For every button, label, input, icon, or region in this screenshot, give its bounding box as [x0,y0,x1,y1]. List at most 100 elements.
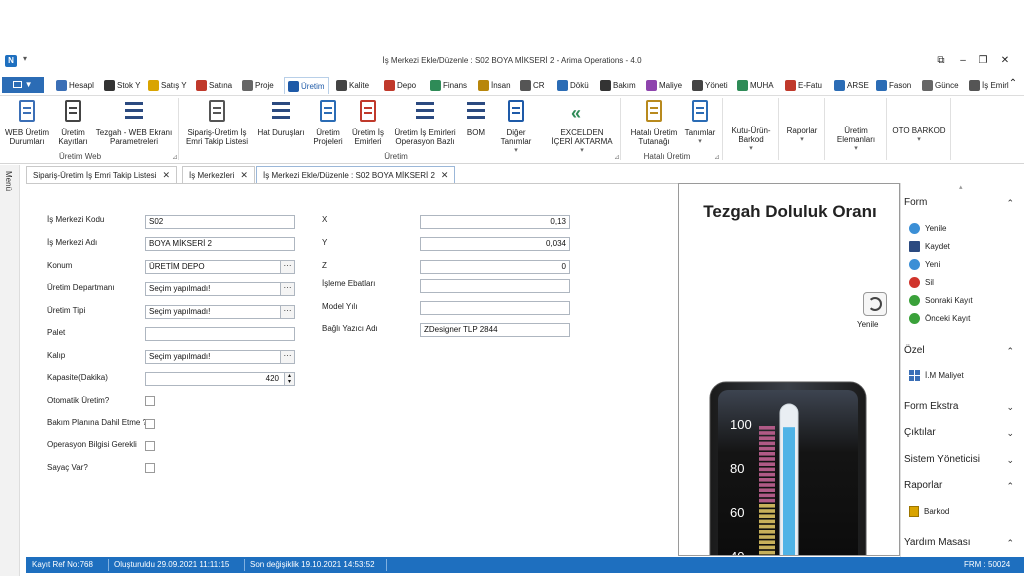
z-input[interactable]: 0 [420,260,570,274]
chevron-down-icon[interactable]: ⌄ [1006,455,1014,466]
menu-tab-project[interactable]: Proje [242,77,274,94]
menu-tab-people[interactable]: İnsan [478,77,511,94]
konum-lookup[interactable]: ÜRETİM DEPO ··· [145,260,295,274]
ribbon-button-0[interactable]: WEB Üretim Durumları [2,98,52,146]
action-save[interactable]: Kaydet [909,241,950,252]
menu-tab-workorder[interactable]: İş Emirl [969,77,1009,94]
minimize-button[interactable]: – [954,54,972,68]
ribbon-button-4[interactable]: Hat Duruşları [256,98,306,137]
im-maliyet-action[interactable]: İ.M Maliyet [909,370,964,381]
menu-tab-archive[interactable]: ARSE [834,77,869,94]
ribbon-button-11[interactable]: Hatalı Üretim Tutanağı [624,98,684,146]
is-merkezi-kodu-input[interactable]: S02 [145,215,295,229]
menu-tab-update[interactable]: Günce [922,77,959,94]
group-launcher-icon[interactable]: ⊿ [714,153,720,161]
kapasite-spinner[interactable]: 420 ▴ ▾ [145,372,295,386]
action-delete[interactable]: Sil [909,277,934,288]
barkod-report-action[interactable]: Barkod [909,506,949,517]
menu-tab-doc[interactable]: Dökü [557,77,589,94]
ribbon-button-1[interactable]: Üretim Kayıtları [56,98,90,146]
ribbon-button-7[interactable]: Üretim İş Emirleri Operasyon Bazlı [390,98,460,146]
menu-tab-crm[interactable]: CR [520,77,545,94]
uretim-tipi-lookup[interactable]: Seçim yapılmadı! ··· [145,305,295,319]
close-icon[interactable]: ✕ [441,170,449,180]
ribbon-button-13[interactable]: Kutu-Ürün- Barkod ▾ [726,126,776,153]
scroll-up-icon[interactable]: ▴ [959,183,963,191]
maximize-button[interactable]: ❐ [974,54,992,68]
chevron-up-icon[interactable]: ⌃ [1006,481,1014,492]
model-yili-input[interactable] [420,301,570,315]
menu-vertical-tab[interactable]: Menü [4,171,13,191]
menu-tab-einvoice[interactable]: E-Fatu [785,77,822,94]
menu-tab-coins[interactable]: Satış Y [148,77,187,94]
group-launcher-icon[interactable]: ⊿ [172,153,178,161]
menu-tab-badge[interactable]: Kalite [336,77,369,94]
sayac-checkbox[interactable] [145,463,155,473]
action-next[interactable]: Sonraki Kayıt [909,295,973,306]
y-input[interactable]: 0,034 [420,237,570,251]
close-icon[interactable]: ✕ [162,170,170,180]
menu-tab-barcode[interactable]: Stok Y [104,77,140,94]
action-new[interactable]: Yeni [909,259,940,270]
action-refresh[interactable]: Yenile [909,223,947,234]
isleme-ebatlari-input[interactable] [420,279,570,293]
uretim-departmani-lookup[interactable]: Seçim yapılmadı! ··· [145,282,295,296]
bakim-plani-checkbox[interactable] [145,419,155,429]
ellipsis-button[interactable]: ··· [280,306,294,318]
section-raporlar[interactable]: Raporlar [904,480,942,491]
section-ciktilar[interactable]: Çıktılar [904,427,936,438]
action-prev[interactable]: Önceki Kayıt [909,313,970,324]
ribbon-button-14[interactable]: Raporlar ▾ [782,126,822,144]
collapsed-menu-panel[interactable]: Menü [0,165,20,576]
file-menu-button[interactable]: ▼ [2,77,44,93]
window-title: İş Merkezi Ekle/Düzenle : S02 BOYA MİKSE… [382,56,642,65]
ribbon-button-5[interactable]: Üretim Projeleri [310,98,346,146]
ribbon-button-15[interactable]: Üretim Elemanları ▾ [828,126,884,153]
group-launcher-icon[interactable]: ⊿ [614,153,620,161]
tab-is-merkezleri[interactable]: İş Merkezleri ✕ [182,166,255,183]
otomatik-uretim-checkbox[interactable] [145,396,155,406]
ribbon-button-16[interactable]: OTO BARKOD ▾ [890,126,948,144]
ellipsis-button[interactable]: ··· [280,351,294,363]
close-icon[interactable]: ✕ [240,170,248,180]
menu-tab-manager[interactable]: Yöneti [692,77,728,94]
chevron-down-icon[interactable]: ⌄ [1006,428,1014,439]
kalip-lookup[interactable]: Seçim yapılmadı! ··· [145,350,295,364]
tab-siparis-uretim[interactable]: Sipariş-Üretim İş Emri Takip Listesi ✕ [26,166,177,183]
chevron-up-icon[interactable]: ⌃ [1006,538,1014,549]
ribbon-button-9[interactable]: Diğer Tanımlar ▾ [494,98,538,155]
menu-tab-calc[interactable]: Hesapl [56,77,94,94]
bagli-yazici-input[interactable]: ZDesigner TLP 2844 [420,323,570,337]
menu-tab-cart[interactable]: Satına [196,77,232,94]
section-form-ekstra[interactable]: Form Ekstra [904,401,958,412]
ribbon-button-8[interactable]: BOM [462,98,490,137]
menu-tab-ledger[interactable]: MUHA [737,77,774,94]
tab-is-merkezi-duzenle[interactable]: İş Merkezi Ekle/Düzenle : S02 BOYA MİKSE… [256,166,456,183]
ribbon-button-10[interactable]: «EXCELDEN İÇERİ AKTARMA ▾ [544,98,620,155]
chevron-up-icon[interactable]: ⌃ [1006,346,1014,357]
x-input[interactable]: 0,13 [420,215,570,229]
menu-tab-maliye[interactable]: Maliye [646,77,682,94]
section-yardim-masasi[interactable]: Yardım Masası [904,537,971,548]
menu-tab-fason[interactable]: Fason [876,77,911,94]
close-button[interactable]: ✕ [996,54,1014,68]
operasyon-bilgisi-checkbox[interactable] [145,441,155,451]
ellipsis-button[interactable]: ··· [280,261,294,273]
menu-tab-wrench[interactable]: Bakım [600,77,636,94]
ribbon-button-6[interactable]: Üretim İş Emirleri [350,98,386,146]
ellipsis-button[interactable]: ··· [280,283,294,295]
menu-tab-finance[interactable]: Finans [430,77,467,94]
is-merkezi-adi-input[interactable]: BOYA MİKSERİ 2 [145,237,295,251]
spin-buttons[interactable]: ▴ ▾ [284,373,294,385]
ribbon-button-3[interactable]: Sipariş-Üretim İş Emri Takip Listesi [180,98,254,146]
chevron-up-icon[interactable]: ⌃ [1006,198,1014,209]
restore-layout-icon[interactable]: ⧉ [932,54,950,68]
chevron-down-icon[interactable]: ⌄ [1006,402,1014,413]
menu-tab-gear[interactable]: Üretim [284,77,329,94]
menu-tab-warehouse[interactable]: Depo [384,77,416,94]
collapse-ribbon-icon[interactable]: ⌃ [1004,77,1022,91]
section-sistem-yoneticisi[interactable]: Sistem Yöneticisi [904,454,980,465]
ribbon-button-2[interactable]: Tezgah - WEB Ekranı Parametreleri [92,98,176,146]
palet-input[interactable] [145,327,295,341]
ribbon-button-12[interactable]: Tanımlar ▾ [682,98,718,146]
